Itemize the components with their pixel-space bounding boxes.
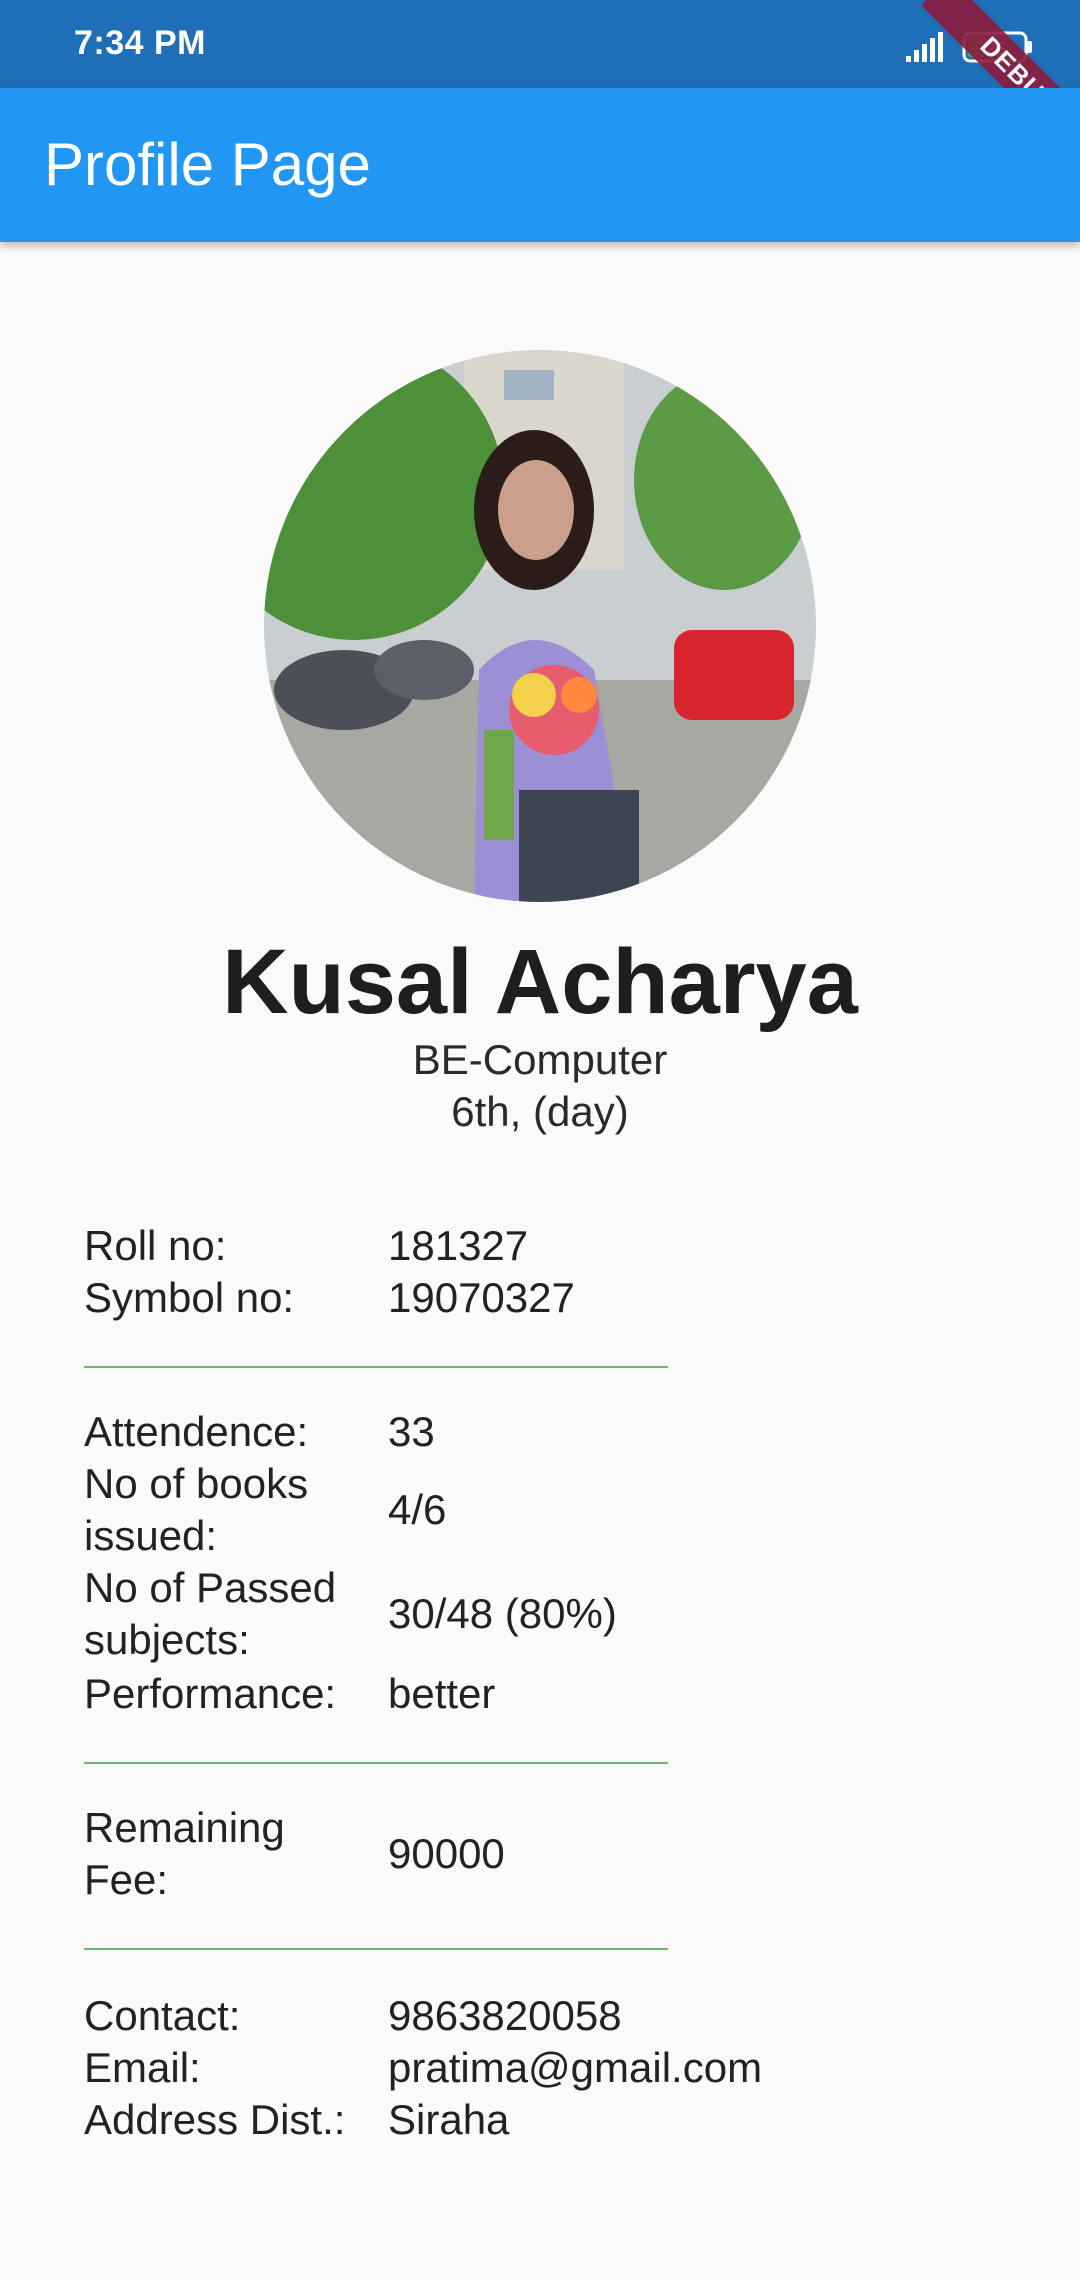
passed-label-line2: subjects: [84, 1616, 250, 1663]
profile-photo [264, 350, 816, 902]
contact-value: 9863820058 [388, 1992, 622, 2039]
passed-label-line1: No of Passed [84, 1564, 337, 1611]
divider [84, 1366, 668, 1368]
attendance-label: Attendence: [84, 1408, 309, 1455]
books-value: 4/6 [388, 1486, 447, 1533]
contact-label: Contact: [84, 1992, 241, 2039]
symbol-label: Symbol no: [84, 1274, 295, 1321]
remaining-fee-value: 90000 [388, 1830, 505, 1877]
status-bar: 7:34 PM 26 [0, 0, 1080, 88]
books-label-line1: No of books [84, 1460, 309, 1507]
status-time: 7:34 PM [74, 24, 206, 62]
email-label: Email: [84, 2044, 201, 2091]
roll-label: Roll no: [84, 1222, 227, 1269]
profile-department: BE-Computer [412, 1036, 668, 1083]
battery-level: 26 [986, 39, 1006, 59]
attendance-value: 33 [388, 1408, 435, 1455]
divider [84, 1762, 668, 1764]
page-title: Profile Page [44, 131, 371, 198]
remaining-fee-label-line2: Fee: [84, 1856, 169, 1903]
profile-name: Kusal Acharya [222, 931, 858, 1033]
performance-label: Performance: [84, 1670, 337, 1717]
books-label-line2: issued: [84, 1512, 218, 1559]
performance-value: better [388, 1670, 496, 1717]
app-bar: Profile Page [0, 88, 1080, 242]
passed-value: 30/48 (80%) [388, 1590, 617, 1637]
email-value: pratima@gmail.com [388, 2044, 763, 2091]
battery-icon: 26 [962, 31, 1032, 63]
symbol-value: 19070327 [388, 1274, 575, 1321]
profile-semester: 6th, (day) [451, 1088, 629, 1135]
divider [84, 1948, 668, 1950]
roll-value: 181327 [388, 1222, 529, 1269]
profile-avatar [264, 350, 816, 902]
signal-icon [906, 32, 943, 62]
address-value: Siraha [388, 2096, 510, 2143]
address-label: Address Dist.: [84, 2096, 346, 2143]
remaining-fee-label-line1: Remaining [84, 1804, 285, 1851]
